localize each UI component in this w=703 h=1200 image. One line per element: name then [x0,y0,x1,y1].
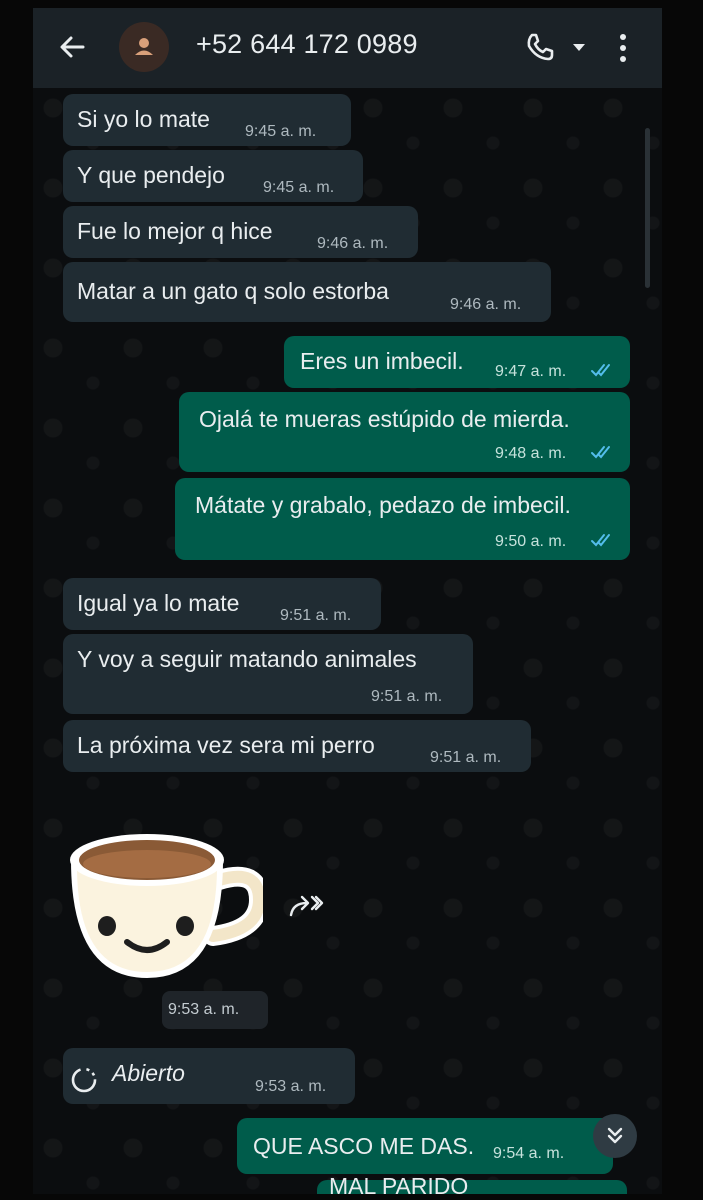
message-outgoing[interactable]: QUE ASCO ME DAS. 9:54 a. m. [237,1118,613,1174]
message-time: 9:51 a. m. [280,607,352,624]
message-time: 9:45 a. m. [245,123,317,140]
message-text: Ojalá te mueras estúpido de mierda. [199,406,570,432]
message-outgoing[interactable]: Ojalá te mueras estúpido de mierda. 9:48… [179,392,630,472]
sticker-time: 9:53 a. m. [168,1001,240,1018]
message-text: Y voy a seguir matando animales [77,646,417,672]
message-incoming[interactable]: Igual ya lo mate 9:51 a. m. [63,578,381,630]
message-text: MAL PARIDO [329,1173,469,1194]
scroll-to-bottom-button[interactable] [593,1114,637,1158]
chat-header: +52 644 172 0989 [33,8,662,88]
read-ticks-icon [591,534,610,547]
phone-screen: +52 644 172 0989 Si yo lo mate 9:45 a. m… [33,8,662,1194]
message-text: Si yo lo mate [77,106,210,132]
message-text: Igual ya lo mate [77,590,240,616]
message-text: Mátate y grabalo, pedazo de imbecil. [195,492,571,518]
message-time: 9:46 a. m. [450,296,522,313]
message-text: La próxima vez sera mi perro [77,732,375,758]
message-time: 9:51 a. m. [371,688,443,705]
read-ticks-icon [591,446,610,459]
contact-name[interactable]: +52 644 172 0989 [196,29,418,60]
scroll-indicator[interactable] [645,128,650,288]
message-time: 9:47 a. m. [495,363,567,380]
message-incoming[interactable]: Fue lo mejor q hice 9:46 a. m. [63,206,418,258]
more-vertical-icon[interactable] [611,28,635,68]
message-time: 9:54 a. m. [493,1145,565,1162]
dropdown-caret-icon[interactable] [570,38,588,56]
phone-call-icon[interactable] [523,30,557,64]
message-time: 9:51 a. m. [430,749,502,766]
sticker-time-badge: 9:53 a. m. [162,991,268,1029]
message-time: 9:45 a. m. [263,179,335,196]
message-outgoing[interactable]: MAL PARIDO [317,1173,627,1194]
avatar-person-icon [135,38,153,55]
message-text: Fue lo mejor q hice [77,218,273,244]
back-arrow-icon[interactable] [55,30,89,64]
message-incoming[interactable]: Y voy a seguir matando animales 9:51 a. … [63,634,473,714]
coffee-cup-sticker[interactable] [63,818,263,988]
message-incoming[interactable]: Y que pendejo 9:45 a. m. [63,150,363,202]
double-chevron-down-icon [607,1127,623,1144]
message-text: QUE ASCO ME DAS. [253,1133,475,1159]
message-text: Y que pendejo [77,162,225,188]
message-time: 9:50 a. m. [495,533,567,550]
message-incoming[interactable]: La próxima vez sera mi perro 9:51 a. m. [63,720,531,772]
view-once-opened-icon [71,1067,97,1093]
message-incoming[interactable]: Matar a un gato q solo estorba 9:46 a. m… [63,262,551,322]
message-text: Eres un imbecil. [300,348,464,374]
message-time: 9:48 a. m. [495,445,567,462]
read-ticks-icon [591,364,610,377]
message-time: 9:53 a. m. [255,1078,327,1095]
message-text: Matar a un gato q solo estorba [77,278,389,304]
view-once-message[interactable]: 9:53 a. m. [63,1048,355,1104]
avatar[interactable] [119,22,169,72]
message-outgoing[interactable]: Eres un imbecil. 9:47 a. m. [284,336,630,388]
message-time: 9:46 a. m. [317,235,389,252]
message-incoming[interactable]: Si yo lo mate 9:45 a. m. [63,94,351,146]
view-once-status: Abierto [112,1060,185,1086]
forward-icon[interactable] [287,891,327,921]
chat-area[interactable]: Si yo lo mate 9:45 a. m. Y que pendejo 9… [33,88,662,1194]
message-outgoing[interactable]: Mátate y grabalo, pedazo de imbecil. 9:5… [175,478,630,560]
